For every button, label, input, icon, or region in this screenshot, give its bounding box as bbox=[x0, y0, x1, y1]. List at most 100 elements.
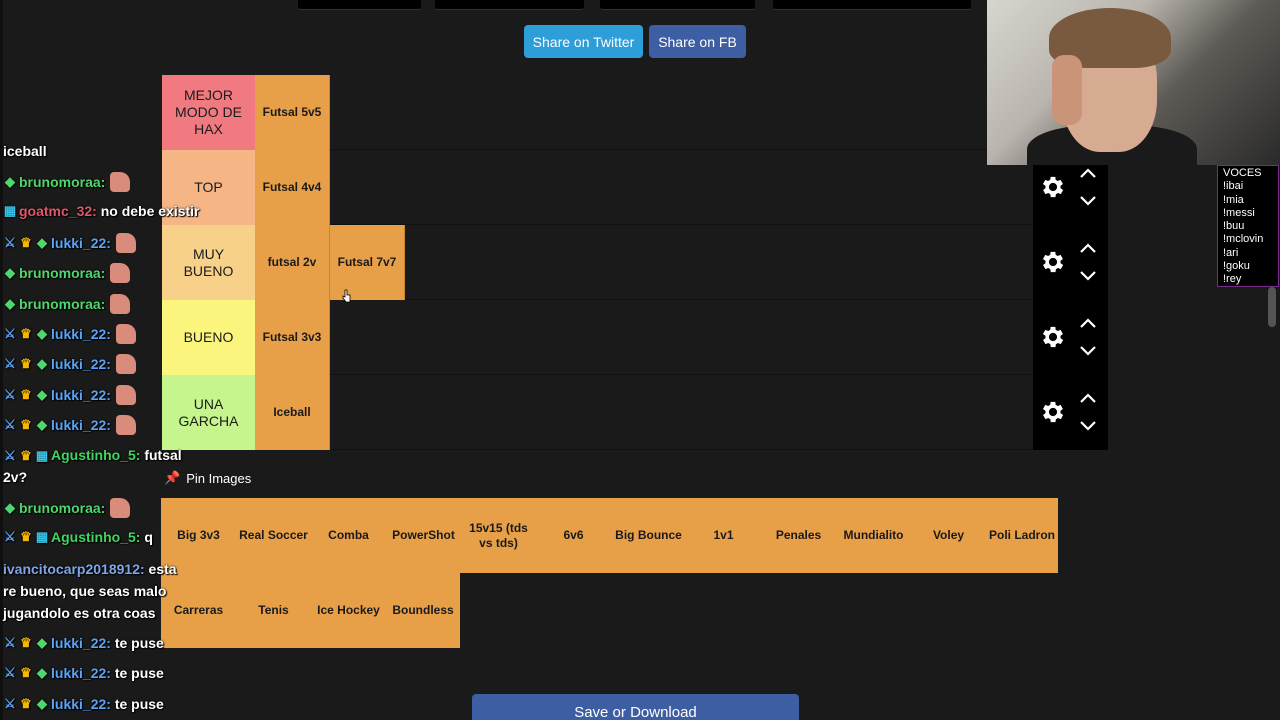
chat-username: lukki_22: bbox=[51, 326, 111, 342]
chat-username: lukki_22: bbox=[51, 635, 111, 651]
chat-username: lukki_22: bbox=[51, 387, 111, 403]
emote-icon bbox=[115, 233, 136, 253]
tier-row: MEJOR MODO DE HAX Futsal 5v5 bbox=[162, 75, 1033, 150]
chat-text: te puse bbox=[114, 635, 164, 651]
chevron-up-icon[interactable] bbox=[1079, 167, 1097, 179]
chat-message: ⚔ ♛ ◆ lukki_22: te puse bbox=[3, 665, 164, 681]
chat-message: ⚔ ♛ ▦ Agustinho_5: q bbox=[3, 529, 153, 545]
pushpin-icon: 📌 bbox=[164, 470, 181, 485]
chat-message: iceball bbox=[3, 143, 47, 159]
tier-item[interactable]: futsal 2v bbox=[255, 225, 330, 300]
pool-item[interactable]: Mundialito bbox=[836, 498, 911, 573]
sword-badge-icon: ⚔ bbox=[4, 448, 16, 463]
tier-control-group bbox=[1033, 300, 1108, 375]
pool-item[interactable]: 1v1 bbox=[686, 498, 761, 573]
emote-icon bbox=[115, 385, 136, 405]
chevron-down-icon[interactable] bbox=[1079, 420, 1097, 432]
pool-item[interactable]: Big 3v3 bbox=[161, 498, 236, 573]
tier-controls bbox=[1033, 150, 1108, 450]
save-or-download-button[interactable]: Save or Download bbox=[472, 694, 799, 720]
box-badge-icon: ▦ bbox=[3, 203, 17, 218]
tier-control-group bbox=[1033, 225, 1108, 300]
tier-item[interactable]: Iceball bbox=[255, 375, 330, 450]
box-badge-icon: ▦ bbox=[35, 529, 49, 544]
top-tab[interactable] bbox=[298, 0, 421, 10]
tier-label[interactable]: UNA GARCHA bbox=[162, 375, 255, 450]
chevron-up-icon[interactable] bbox=[1079, 392, 1097, 404]
pool-item[interactable]: 15v15 (tds vs tds) bbox=[461, 498, 536, 573]
chat-text: te puse bbox=[114, 665, 164, 681]
chat-message: ⚔ ♛ ◆ lukki_22: bbox=[3, 385, 136, 405]
chat-message: ⚔ ♛ ◆ lukki_22: bbox=[3, 324, 136, 344]
chevron-down-icon[interactable] bbox=[1079, 270, 1097, 282]
pool-item[interactable]: Penales bbox=[761, 498, 836, 573]
tier-item[interactable]: Futsal 4v4 bbox=[255, 150, 330, 225]
pin-images-toggle[interactable]: 📌 Pin Images bbox=[162, 470, 251, 486]
crown-badge-icon: ♛ bbox=[20, 235, 32, 250]
chat-username: lukki_22: bbox=[51, 235, 111, 251]
chevron-up-icon[interactable] bbox=[1079, 317, 1097, 329]
chat-message: ◆ brunomoraa: bbox=[3, 294, 131, 314]
gear-icon[interactable] bbox=[1039, 173, 1067, 201]
tier-label[interactable]: MUY BUENO bbox=[162, 225, 255, 300]
sword-badge-icon: ⚔ bbox=[4, 326, 16, 341]
chat-username: Agustinho_5: bbox=[51, 447, 141, 463]
voice-command: !mclovin bbox=[1223, 233, 1264, 246]
gem-badge-icon: ◆ bbox=[37, 235, 47, 250]
chat-username: brunomoraa: bbox=[19, 296, 106, 312]
pool-item[interactable]: Boundless bbox=[386, 573, 460, 648]
voices-panel: VOCES !ibai !mia !messi !buu !mclovin !a… bbox=[1217, 165, 1279, 287]
tier-control-group bbox=[1033, 375, 1108, 450]
chat-message: ⚔ ♛ ◆ lukki_22: te puse bbox=[3, 635, 164, 651]
chat-username: lukki_22: bbox=[51, 356, 111, 372]
top-tab[interactable] bbox=[600, 0, 755, 10]
sword-badge-icon: ⚔ bbox=[4, 529, 16, 544]
pool-item[interactable]: PowerShot bbox=[386, 498, 461, 573]
voice-command: !ari bbox=[1223, 246, 1239, 259]
chevron-down-icon[interactable] bbox=[1079, 345, 1097, 357]
top-tab[interactable] bbox=[435, 0, 584, 10]
chevron-down-icon[interactable] bbox=[1079, 195, 1097, 207]
pool-item[interactable]: Real Soccer bbox=[236, 498, 311, 573]
top-tab[interactable] bbox=[773, 0, 971, 10]
chat-text: te puse bbox=[114, 696, 164, 712]
gem-badge-icon: ◆ bbox=[5, 500, 15, 515]
tier-item[interactable]: Futsal 3v3 bbox=[255, 300, 330, 375]
pool-item[interactable]: Comba bbox=[311, 498, 386, 573]
voice-command: !ibai bbox=[1223, 180, 1244, 193]
pool-item[interactable]: Voley bbox=[911, 498, 986, 573]
gear-icon[interactable] bbox=[1039, 398, 1067, 426]
tier-label[interactable]: MEJOR MODO DE HAX bbox=[162, 75, 255, 150]
gem-badge-icon: ◆ bbox=[37, 326, 47, 341]
gear-icon[interactable] bbox=[1039, 323, 1067, 351]
sword-badge-icon: ⚔ bbox=[4, 696, 16, 711]
tier-label[interactable]: BUENO bbox=[162, 300, 255, 375]
chat-username: iceball bbox=[3, 143, 47, 159]
tier-label[interactable]: TOP bbox=[162, 150, 255, 225]
sword-badge-icon: ⚔ bbox=[4, 356, 16, 371]
box-badge-icon: ▦ bbox=[35, 448, 49, 463]
pool-item[interactable]: 6v6 bbox=[536, 498, 611, 573]
chat-username: brunomoraa: bbox=[19, 265, 106, 281]
crown-badge-icon: ♛ bbox=[20, 326, 32, 341]
page-scrollbar[interactable] bbox=[1268, 287, 1276, 327]
voices-title: VOCES bbox=[1223, 167, 1262, 179]
share-twitter-button[interactable]: Share on Twitter bbox=[524, 25, 643, 58]
gear-icon[interactable] bbox=[1039, 248, 1067, 276]
chevron-up-icon[interactable] bbox=[1079, 242, 1097, 254]
webcam-person bbox=[1052, 55, 1082, 125]
pool-item[interactable]: Tenis bbox=[236, 573, 311, 648]
chat-message: ◆ brunomoraa: bbox=[3, 498, 131, 518]
gem-badge-icon: ◆ bbox=[37, 635, 47, 650]
chat-message: ⚔ ♛ ▦ Agustinho_5: futsal 2v? bbox=[3, 444, 183, 488]
pool-item[interactable]: Ice Hockey bbox=[311, 573, 386, 648]
share-fb-button[interactable]: Share on FB bbox=[649, 25, 746, 58]
chat-message: ◆ brunomoraa: bbox=[3, 263, 131, 283]
pool-item[interactable]: Poli Ladron bbox=[986, 498, 1058, 573]
emote-icon bbox=[110, 172, 131, 192]
gem-badge-icon: ◆ bbox=[37, 696, 47, 711]
tier-item[interactable]: Futsal 5v5 bbox=[255, 75, 330, 150]
gem-badge-icon: ◆ bbox=[37, 387, 47, 402]
pool-item[interactable]: Big Bounce bbox=[611, 498, 686, 573]
pool-item[interactable]: Carreras bbox=[161, 573, 236, 648]
